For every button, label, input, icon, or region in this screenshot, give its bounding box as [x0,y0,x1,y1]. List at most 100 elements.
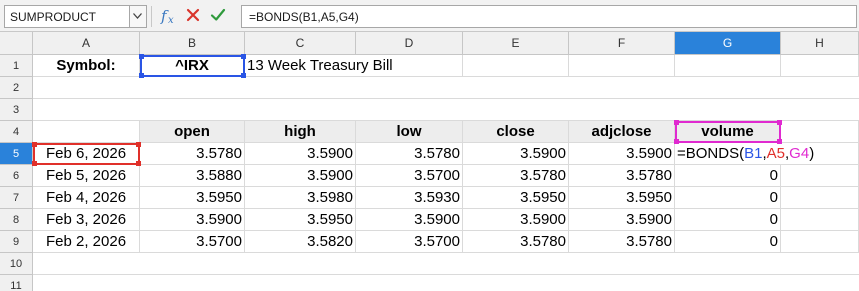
resize-handle[interactable] [32,161,37,166]
cell-h6[interactable] [781,165,859,187]
low-cell[interactable]: 3.5930 [356,187,463,209]
low-cell[interactable]: 3.5700 [356,231,463,253]
cell-a1[interactable]: Symbol: [33,55,140,77]
close-cell[interactable]: 3.5900 [463,143,569,165]
column-header-b[interactable]: B [140,32,245,55]
cell-h8[interactable] [781,209,859,231]
cell-h9[interactable] [781,231,859,253]
column-header-c[interactable]: C [245,32,356,55]
row-header-4[interactable]: 4 [0,121,33,143]
high-cell[interactable]: 3.5900 [245,165,356,187]
high-cell[interactable]: 3.5820 [245,231,356,253]
close-cell[interactable]: 3.5780 [463,165,569,187]
date-cell[interactable]: Feb 5, 2026 [33,165,140,187]
high-cell[interactable]: 3.5950 [245,209,356,231]
open-cell[interactable]: 3.5880 [140,165,245,187]
row-header-6[interactable]: 6 [0,165,33,187]
formula-ref-b1: B1 [744,145,763,162]
resize-handle[interactable] [136,161,141,166]
cell-g1[interactable] [675,55,781,77]
adjclose-cell[interactable]: 3.5780 [569,165,675,187]
formula-input[interactable]: =BONDS(B1,A5,G4) [241,5,857,28]
header-low[interactable]: low [356,121,463,143]
volume-cell[interactable]: 0 [675,231,781,253]
empty-row-2[interactable] [33,77,859,99]
cell-f1[interactable] [569,55,675,77]
date-cell[interactable]: Feb 3, 2026 [33,209,140,231]
low-cell[interactable]: 3.5700 [356,165,463,187]
function-wizard-icon[interactable]: f x [160,6,178,26]
date-cell[interactable]: Feb 4, 2026 [33,187,140,209]
column-header-g[interactable]: G [675,32,781,55]
row-header-7[interactable]: 7 [0,187,33,209]
cell-d1[interactable] [356,55,463,77]
header-open[interactable]: open [140,121,245,143]
column-header-d[interactable]: D [356,32,463,55]
adjclose-cell[interactable]: 3.5950 [569,187,675,209]
empty-row-11[interactable] [33,275,859,291]
resize-handle[interactable] [139,54,144,59]
close-cell[interactable]: 3.5950 [463,187,569,209]
row-header-9[interactable]: 9 [0,231,33,253]
name-box[interactable]: SUMPRODUCT [4,5,147,28]
row-header-2[interactable]: 2 [0,77,33,99]
cell-e1[interactable] [463,55,569,77]
name-box-value[interactable]: SUMPRODUCT [10,10,96,24]
cell-h7[interactable] [781,187,859,209]
row-header-3[interactable]: 3 [0,99,33,121]
cell-c1[interactable]: 13 Week Treasury Bill [245,55,393,77]
volume-cell[interactable]: 0 [675,187,781,209]
close-cell[interactable]: 3.5900 [463,209,569,231]
formula-edit-text[interactable]: =BONDS(B1,A5,G4) [677,143,814,164]
header-high[interactable]: high [245,121,356,143]
adjclose-cell[interactable]: 3.5900 [569,143,675,165]
resize-handle[interactable] [32,142,37,147]
volume-cell[interactable]: 0 [675,165,781,187]
high-cell[interactable]: 3.5900 [245,143,356,165]
accept-icon[interactable] [210,7,226,23]
adjclose-cell[interactable]: 3.5780 [569,231,675,253]
empty-row-10[interactable] [33,253,859,275]
resize-handle[interactable] [241,54,246,59]
empty-row-3[interactable] [33,99,859,121]
date-cell[interactable]: Feb 2, 2026 [33,231,140,253]
volume-cell[interactable]: 0 [675,209,781,231]
adjclose-cell[interactable]: 3.5900 [569,209,675,231]
close-cell[interactable]: 3.5780 [463,231,569,253]
header-adjclose[interactable]: adjclose [569,121,675,143]
column-header-h[interactable]: H [781,32,859,55]
formula-input-text[interactable]: =BONDS(B1,A5,G4) [249,10,359,24]
row-header-5[interactable]: 5 [0,143,33,165]
low-cell[interactable]: 3.5900 [356,209,463,231]
row-header-1[interactable]: 1 [0,55,33,77]
resize-handle[interactable] [139,73,144,78]
cell-a4[interactable] [33,121,140,143]
select-all-corner[interactable] [0,32,33,55]
high-cell[interactable]: 3.5980 [245,187,356,209]
open-cell[interactable]: 3.5900 [140,209,245,231]
resize-handle[interactable] [674,120,679,125]
formula-ref-a5: A5 [766,145,785,162]
name-box-dropdown-button[interactable] [129,6,146,27]
row-header-11[interactable]: 11 [0,275,33,291]
resize-handle[interactable] [241,73,246,78]
header-close[interactable]: close [463,121,569,143]
row-header-8[interactable]: 8 [0,209,33,231]
reference-highlight-a5 [33,143,140,165]
open-cell[interactable]: 3.5780 [140,143,245,165]
column-header-a[interactable]: A [33,32,140,55]
open-cell[interactable]: 3.5700 [140,231,245,253]
cancel-icon[interactable] [186,8,200,22]
row-header-10[interactable]: 10 [0,253,33,275]
resize-handle[interactable] [136,142,141,147]
cell-h1[interactable] [781,55,859,77]
resize-handle[interactable] [777,120,782,125]
resize-handle[interactable] [674,139,679,144]
cell-h4[interactable] [781,121,859,143]
column-header-e[interactable]: E [463,32,569,55]
column-header-f[interactable]: F [569,32,675,55]
resize-handle[interactable] [777,139,782,144]
open-cell[interactable]: 3.5950 [140,187,245,209]
svg-text:x: x [168,15,174,26]
low-cell[interactable]: 3.5780 [356,143,463,165]
